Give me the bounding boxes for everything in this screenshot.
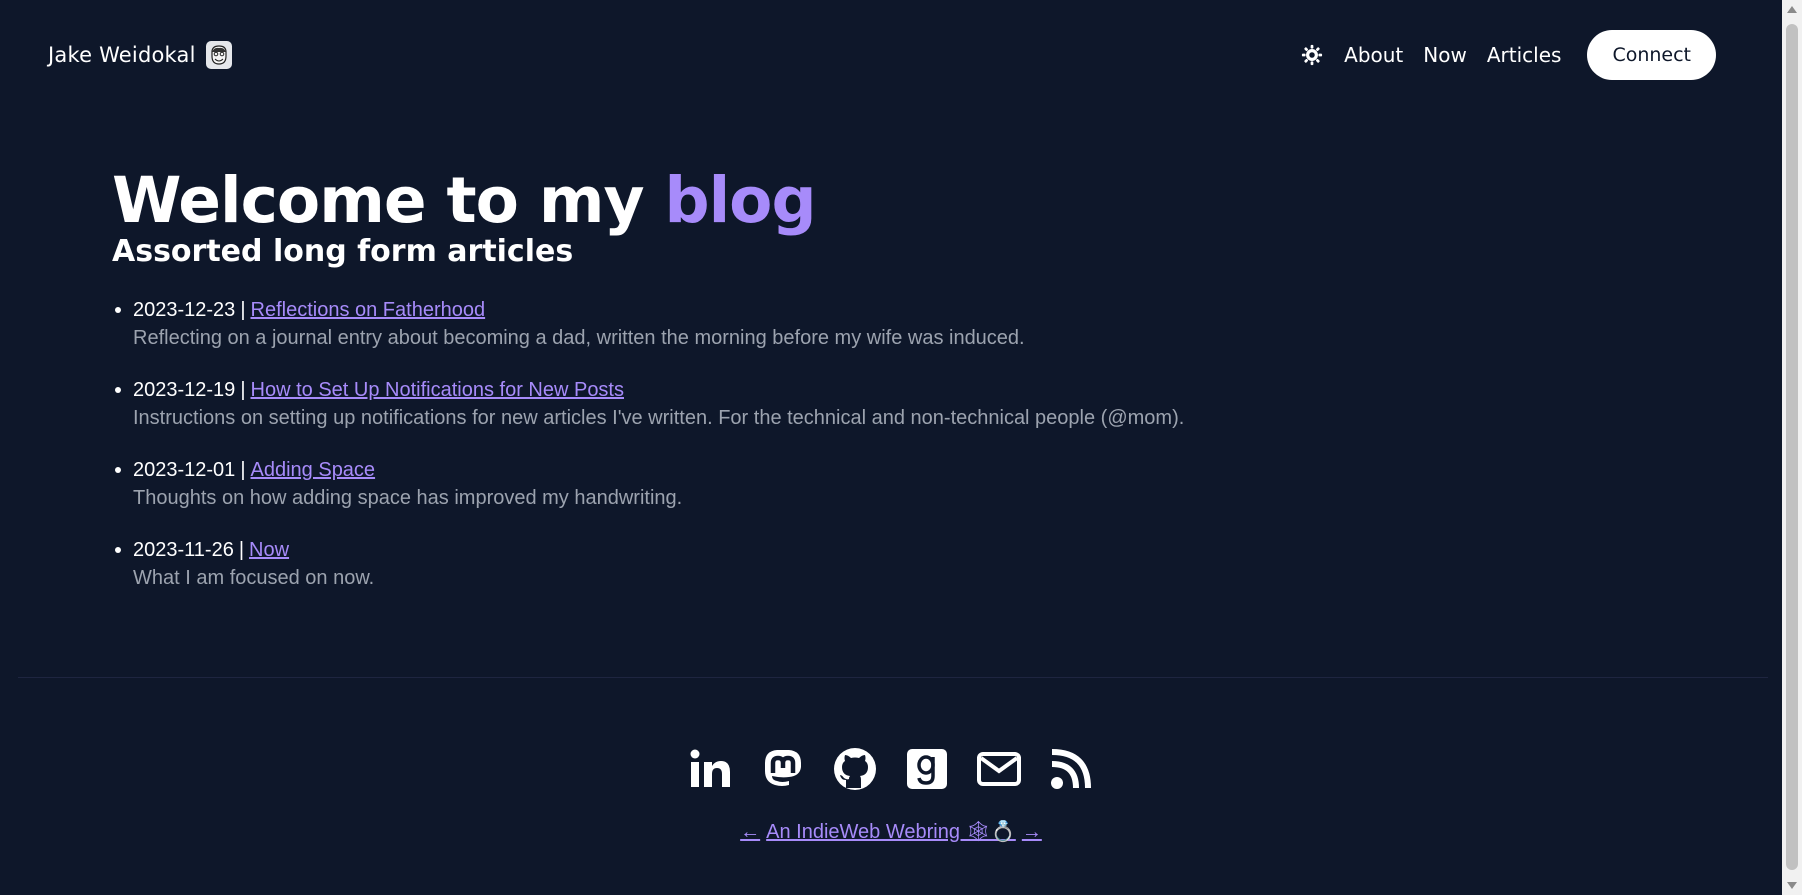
avatar-icon <box>205 41 232 69</box>
article-date: 2023-12-19 <box>133 379 236 401</box>
footer-divider <box>18 677 1768 678</box>
title-accent: blog <box>664 164 816 237</box>
email-icon[interactable] <box>974 744 1024 794</box>
article-separator: | <box>238 539 245 561</box>
webring: ← An IndieWeb Webring 🕸💍 → <box>0 819 1782 844</box>
brand-name[interactable]: Jake Weidokal <box>48 43 196 67</box>
theme-toggle-sun-icon[interactable] <box>1300 43 1324 67</box>
article-line: 2023-12-19 | How to Set Up Notifications f… <box>133 377 1412 403</box>
article-line: 2023-12-23 | Reflections on Fatherhood <box>133 297 1412 323</box>
nav-articles-link[interactable]: Articles <box>1487 43 1562 67</box>
linkedin-icon[interactable] <box>686 744 736 794</box>
webring-next-link[interactable]: → <box>1022 821 1042 843</box>
rss-icon[interactable] <box>1046 744 1096 794</box>
mastodon-icon[interactable] <box>758 744 808 794</box>
nav-about-link[interactable]: About <box>1344 43 1403 67</box>
connect-button[interactable]: Connect <box>1587 30 1716 80</box>
goodreads-icon[interactable] <box>902 744 952 794</box>
article-separator: | <box>240 459 246 481</box>
article-list: 2023-12-23 | Reflections on Fatherhood Ref… <box>112 297 1412 593</box>
article-separator: | <box>240 299 246 321</box>
page-title: Welcome to my blog <box>112 160 1412 242</box>
article-separator: | <box>240 379 246 401</box>
list-item: 2023-11-26 | Now What I am focused on now. <box>112 537 1412 593</box>
list-item: 2023-12-01 | Adding Space Thoughts on how … <box>112 457 1412 513</box>
article-description: Thoughts on how adding space has improve… <box>133 487 683 509</box>
scroll-down-arrow-icon[interactable] <box>1787 882 1797 889</box>
article-date: 2023-11-26 <box>133 539 234 561</box>
article-description: What I am focused on now. <box>133 567 375 589</box>
article-description: Reflecting on a journal entry about beco… <box>133 327 1025 349</box>
page: Jake Weidokal About Now Articles Connect… <box>0 0 1802 895</box>
webring-link[interactable]: An IndieWeb Webring 🕸💍 <box>766 821 1016 843</box>
webring-prev-link[interactable]: ← <box>740 821 760 843</box>
article-line: 2023-12-01 | Adding Space <box>133 457 1412 483</box>
article-link[interactable]: Reflections on Fatherhood <box>251 299 486 321</box>
article-date: 2023-12-01 <box>133 459 236 481</box>
article-link[interactable]: How to Set Up Notifications for New Post… <box>251 379 624 401</box>
social-links <box>0 744 1782 794</box>
title-prefix: Welcome to my <box>112 164 665 237</box>
list-item: 2023-12-19 | How to Set Up Notifications f… <box>112 377 1412 433</box>
vertical-scrollbar[interactable] <box>1782 0 1802 895</box>
github-icon[interactable] <box>830 744 880 794</box>
brand[interactable]: Jake Weidokal <box>48 41 232 69</box>
article-link[interactable]: Now <box>249 539 289 561</box>
main-content: Welcome to my blog Assorted long form ar… <box>112 160 1412 617</box>
article-description: Instructions on setting up notifications… <box>133 407 1185 429</box>
scroll-up-arrow-icon[interactable] <box>1787 6 1797 13</box>
nav-now-link[interactable]: Now <box>1423 43 1467 67</box>
main-nav: About Now Articles Connect <box>1300 30 1716 80</box>
list-item: 2023-12-23 | Reflections on Fatherhood Ref… <box>112 297 1412 353</box>
article-link[interactable]: Adding Space <box>251 459 376 481</box>
scrollbar-thumb[interactable] <box>1786 24 1798 870</box>
article-line: 2023-11-26 | Now <box>133 537 1412 563</box>
article-date: 2023-12-23 <box>133 299 236 321</box>
site-header: Jake Weidokal About Now Articles Connect <box>0 0 1782 110</box>
